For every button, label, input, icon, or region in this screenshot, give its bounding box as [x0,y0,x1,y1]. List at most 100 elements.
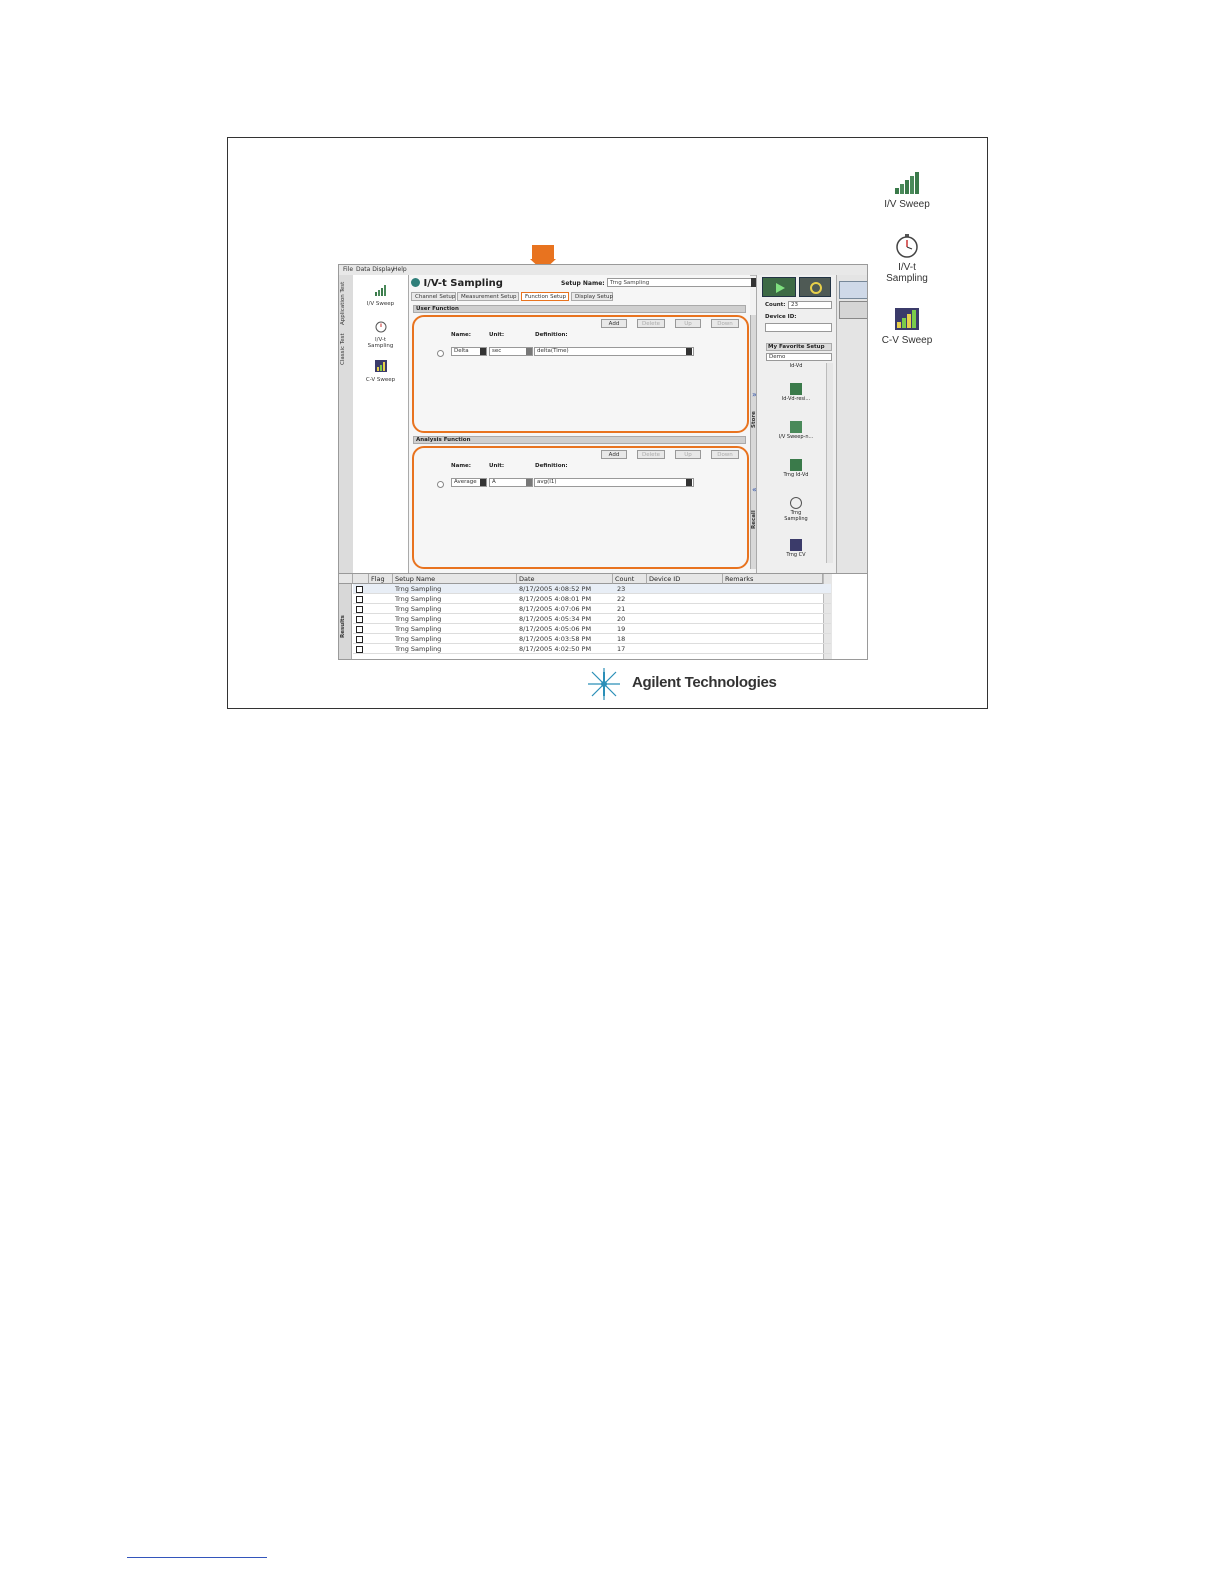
row-checkbox[interactable] [356,606,363,613]
device-id-field[interactable] [765,323,832,332]
tab-application-test[interactable]: Application Test [340,279,352,327]
user-definition-dropdown-icon[interactable] [686,348,692,355]
favorite-item[interactable]: Trng Id-Vd [766,459,826,478]
analysis-up-button[interactable]: Up [675,450,701,459]
desktop-icon-iv-sweep[interactable]: I/V Sweep [877,170,937,210]
results-toggle-icon[interactable] [339,574,353,584]
table-row[interactable]: Trng Sampling 8/17/2005 4:08:52 PM 23 [353,584,831,594]
favorite-item[interactable]: Trng CV [766,539,826,558]
results-col-date[interactable]: Date [517,574,613,584]
table-row[interactable]: Trng Sampling 8/17/2005 4:03:58 PM 18 [353,634,831,644]
row-checkbox[interactable] [356,636,363,643]
tab-measurement-setup[interactable]: Measurement Setup [457,292,519,301]
analysis-add-button[interactable]: Add [601,450,627,459]
favorites-scrollbar[interactable] [826,363,833,563]
desktop-icon-ivt-sampling[interactable]: I/V-t Sampling [877,233,937,284]
row-checkbox[interactable] [356,626,363,633]
menu-help[interactable]: Help [393,266,407,273]
results-col-setup-name[interactable]: Setup Name [393,574,517,584]
analysis-definition-field[interactable]: avg(I1) [534,478,694,487]
iv-sweep-icon [895,172,919,194]
table-row[interactable]: Trng Sampling 8/17/2005 4:05:34 PM 20 [353,614,831,624]
far-right-toolbar [836,275,867,575]
favorite-item[interactable]: I/V Sweep-n... [766,421,826,440]
results-col-flag[interactable]: Flag [369,574,393,584]
row-checkbox[interactable] [356,586,363,593]
row-setup-name: Trng Sampling [395,605,442,613]
table-row[interactable]: Trng Sampling 8/17/2005 4:08:01 PM 22 [353,594,831,604]
results-col-blank [353,574,369,584]
results-col-device-id[interactable]: Device ID [647,574,723,584]
repeat-button[interactable] [799,277,831,297]
tab-display-setup[interactable]: Display Setup [571,292,613,301]
setup-name-label: Setup Name: [561,280,605,287]
results-side-label: Results [340,615,346,639]
results-col-remarks[interactable]: Remarks [723,574,823,584]
favorites-header[interactable]: My Favorite Setup [766,343,832,351]
analysis-unit-dropdown-icon[interactable] [526,479,532,486]
row-setup-name: Trng Sampling [395,615,442,623]
row-setup-name: Trng Sampling [395,645,442,653]
user-row-radio[interactable] [437,350,444,357]
user-unit-dropdown-icon[interactable] [526,348,532,355]
stopwatch-icon [375,321,386,333]
sidebar-item-iv-sweep[interactable]: I/V Sweep [353,283,408,307]
user-function-header: User Function [413,305,746,313]
page-title: I/V-t Sampling [411,278,503,289]
row-setup-name: Trng Sampling [395,595,442,603]
analysis-delete-button[interactable]: Delete [637,450,665,459]
tab-classic-test[interactable]: Classic Test [340,331,352,367]
row-checkbox[interactable] [356,616,363,623]
row-date: 8/17/2005 4:08:52 PM [519,585,592,593]
user-definition-field[interactable]: delta(Time) [534,347,694,356]
menu-data-display[interactable]: Data Display [356,266,394,273]
tab-function-setup[interactable]: Function Setup [521,292,569,301]
row-count: 22 [617,595,626,603]
cv-sweep-icon [895,308,919,330]
user-col-unit: Unit: [489,332,505,338]
favorite-item-label: Trng Sampling [784,510,808,522]
row-date: 8/17/2005 4:02:50 PM [519,645,592,653]
tab-channel-setup[interactable]: Channel Setup [411,292,456,301]
favorite-item[interactable]: Id-Vd-resi... [766,383,826,402]
results-col-count[interactable]: Count [613,574,647,584]
analysis-row-radio[interactable] [437,481,444,488]
user-delete-button[interactable]: Delete [637,319,665,328]
user-down-button[interactable]: Down [711,319,739,328]
user-col-name: Name: [451,332,471,338]
table-row[interactable]: Trng Sampling 8/17/2005 4:07:06 PM 21 [353,604,831,614]
count-label: Count: [765,302,786,308]
analysis-definition-dropdown-icon[interactable] [686,479,692,486]
run-button[interactable] [762,277,796,297]
sidebar-item-ivt-sampling[interactable]: I/V-t Sampling [353,319,408,349]
graph-view-button[interactable] [839,281,867,299]
setup-name-input[interactable]: Trng Sampling [607,278,759,287]
test-sidebar: I/V Sweep I/V-t Sampling C-V Sweep [353,275,409,575]
desktop-icon-label: I/V-t Sampling [886,262,928,284]
sidebar-item-cv-sweep[interactable]: C-V Sweep [353,359,408,383]
user-add-button[interactable]: Add [601,319,627,328]
table-row[interactable]: Trng Sampling 8/17/2005 4:05:06 PM 19 [353,624,831,634]
user-name-dropdown-icon[interactable] [480,348,486,355]
row-checkbox[interactable] [356,596,363,603]
favorite-item[interactable]: Trng Sampling [766,497,826,522]
sidebar-item-label: I/V Sweep [366,301,395,307]
list-view-button[interactable] [839,301,867,319]
favorite-item[interactable]: Id-Vd [766,363,826,369]
footnote-rule [127,1557,267,1558]
analysis-name-dropdown-icon[interactable] [480,479,486,486]
count-field[interactable]: 23 [788,301,832,309]
favorite-item-label: Trng CV [786,552,806,558]
analysis-down-button[interactable]: Down [711,450,739,459]
desktop-icon-cv-sweep[interactable]: C-V Sweep [877,306,937,346]
table-row[interactable]: Trng Sampling 8/17/2005 4:02:50 PM 17 [353,644,831,654]
row-count: 21 [617,605,626,613]
sidebar-item-label: I/V-t Sampling [367,337,394,349]
user-up-button[interactable]: Up [675,319,701,328]
row-checkbox[interactable] [356,646,363,653]
user-col-definition: Definition: [535,332,568,338]
favorite-item-icon [790,383,802,395]
menu-file[interactable]: File [343,266,353,273]
iv-sweep-icon [374,285,386,296]
favorites-select[interactable]: Demo [766,353,832,361]
